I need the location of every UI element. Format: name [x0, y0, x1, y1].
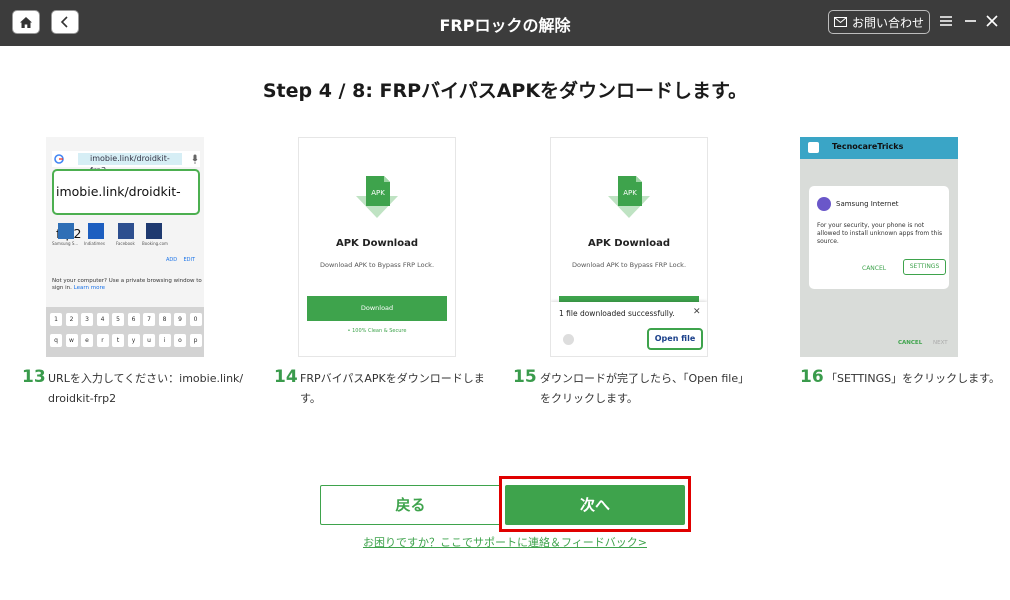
key: o	[174, 334, 186, 347]
key: 9	[174, 313, 186, 326]
key: 6	[127, 313, 140, 326]
desc-line: URLを入力してください：imobie.link/	[48, 372, 244, 385]
key: u	[143, 334, 155, 347]
minimize-icon	[964, 20, 976, 22]
key: 4	[96, 313, 109, 326]
google-icon	[54, 154, 64, 164]
app-label: Booking.com	[142, 241, 168, 246]
step-15-description: ダウンロードが完了したら、「Open file」 をクリックします。	[540, 369, 750, 409]
step-16-number: 16	[800, 367, 824, 387]
apk-download-icon: APK	[608, 176, 650, 218]
hamburger-icon	[940, 16, 952, 26]
toast-message: 1 file downloaded successfully.	[559, 309, 675, 318]
back-button[interactable]: 戻る	[320, 485, 501, 525]
apk-title: APK Download	[587, 238, 671, 249]
samsung-internet-icon	[817, 197, 831, 211]
key: 0	[189, 313, 202, 326]
desc-line: 「SETTINGS」をクリックします。	[826, 372, 1001, 385]
contact-label: お問い合わせ	[851, 15, 924, 30]
app-label: Samsung S...	[52, 241, 79, 246]
key: q	[50, 334, 62, 347]
key: i	[158, 334, 171, 347]
next-button[interactable]: 次へ	[505, 485, 685, 525]
title-bar: FRPロックの解除 お問い合わせ	[0, 0, 1010, 46]
booking-app-icon	[146, 223, 162, 239]
mic-icon	[192, 154, 198, 164]
step-16-description: 「SETTINGS」をクリックします。	[826, 369, 1006, 389]
browser-url-small: imobie.link/droidkit-frp2	[78, 153, 182, 175]
download-toast: 1 file downloaded successfully. ✕ Open f…	[551, 302, 707, 356]
close-icon	[986, 15, 998, 27]
toast-close-icon: ✕	[693, 307, 701, 317]
url-input-highlight: imobie.link/droidkit-frp2	[52, 169, 200, 241]
key: p	[189, 334, 202, 347]
dialog-settings-highlight: SETTINGS	[903, 259, 946, 275]
step-13-description: URLを入力してください：imobie.link/ droidkit-frp2	[48, 369, 248, 409]
step-13-number: 13	[22, 367, 46, 387]
site-icon	[808, 142, 819, 153]
step-14-description: FRPバイパスAPKをダウンロードします。	[300, 369, 500, 409]
mail-icon	[833, 17, 847, 27]
keyboard: 1 2 3 4 5 6 7 8 9 0 q w e r t y u i o p	[46, 307, 204, 357]
secure-note: • 100% Clean & Secure	[347, 328, 407, 334]
quick-links: Samsung S... Indiatimes Facebook Booking…	[52, 223, 204, 253]
add-link: ADD	[166, 257, 178, 263]
dialog-message: For your security, your phone is not all…	[817, 222, 943, 245]
step-14-number: 14	[274, 367, 298, 387]
indiatimes-app-icon	[88, 223, 104, 239]
step-title: Step 4 / 8: FRPバイパスAPKをダウンロードします。	[262, 80, 748, 102]
open-file-button: Open file	[647, 328, 703, 350]
key: 5	[112, 313, 124, 326]
edit-link: EDIT	[183, 257, 196, 263]
step-13-screenshot: imobie.link/droidkit-frp2 imobie.link/dr…	[46, 137, 204, 357]
key: y	[127, 334, 140, 347]
step-15-screenshot: APK APK Download Download APK to Bypass …	[550, 137, 708, 357]
step-15-number: 15	[513, 367, 537, 387]
bottom-next: NEXT	[933, 340, 948, 346]
private-browsing-note: Not your computer? Use a private browsin…	[52, 278, 202, 292]
step-14-screenshot: APK APK Download Download APK to Bypass …	[298, 137, 456, 357]
key: 7	[143, 313, 155, 326]
key: 3	[81, 313, 93, 326]
apk-subtitle: Download APK to Bypass FRP Lock.	[571, 261, 687, 269]
minimize-button[interactable]	[960, 11, 980, 31]
menu-button[interactable]	[936, 11, 956, 31]
install-blocked-dialog: Samsung Internet For your security, your…	[809, 186, 949, 289]
desc-line: droidkit-frp2	[48, 392, 117, 405]
apk-subtitle: Download APK to Bypass FRP Lock.	[319, 261, 435, 269]
support-feedback-link[interactable]: お困りですか？ここでサポートに連絡＆フィードバック>	[0, 534, 1010, 550]
key: r	[96, 334, 109, 347]
apk-download-icon: APK	[356, 176, 398, 218]
dialog-title: Samsung Internet	[836, 200, 899, 208]
step-16-screenshot: TecnocareTricks Samsung Internet For you…	[800, 137, 958, 357]
key: 2	[65, 313, 78, 326]
dialog-cancel: CANCEL	[862, 265, 887, 272]
key: t	[112, 334, 124, 347]
facebook-app-icon	[118, 223, 134, 239]
key: 1	[50, 313, 62, 326]
desc-line: をクリックします。	[540, 392, 638, 405]
browser-address-bar: imobie.link/droidkit-frp2	[52, 151, 200, 175]
site-name: TecnocareTricks	[832, 142, 904, 151]
apk-icon-label: APK	[371, 189, 385, 197]
app-label: Indiatimes	[84, 241, 105, 246]
info-icon	[563, 334, 574, 345]
bottom-cancel: CANCEL	[898, 340, 923, 346]
key: e	[81, 334, 93, 347]
desc-line: FRPバイパスAPKをダウンロードします。	[300, 372, 485, 405]
key: 8	[158, 313, 171, 326]
add-edit-links: ADD EDIT	[166, 257, 195, 263]
key: w	[65, 334, 78, 347]
download-button: Download	[307, 296, 447, 321]
desc-line: ダウンロードが完了したら、「Open file」	[540, 372, 750, 385]
samsung-app-icon	[58, 223, 74, 239]
apk-icon-label: APK	[623, 189, 637, 197]
site-header: TecnocareTricks	[800, 137, 958, 159]
learn-more-link: Learn more	[73, 285, 106, 291]
close-button[interactable]	[982, 11, 1002, 31]
contact-button[interactable]: お問い合わせ	[828, 10, 930, 34]
apk-title: APK Download	[335, 238, 419, 249]
